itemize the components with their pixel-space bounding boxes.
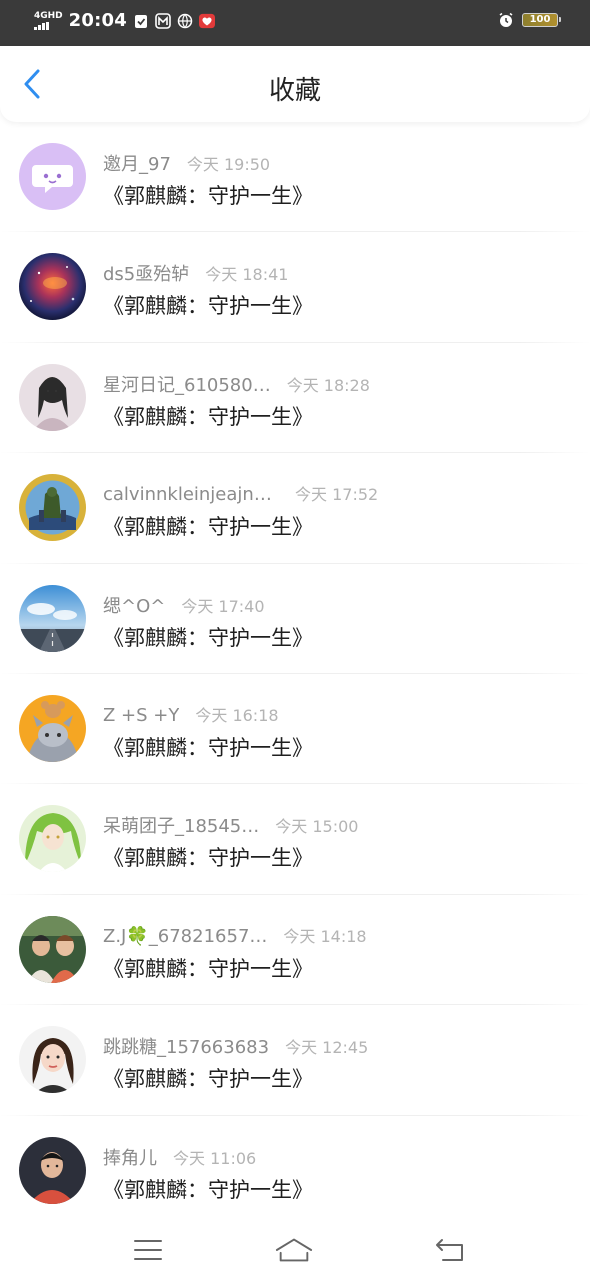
username[interactable]: 跳跳糖_157663683: [103, 1033, 269, 1059]
item-title[interactable]: 《郭麒麟：守护一生》: [103, 622, 313, 652]
timestamp: 今天 16:18: [195, 705, 279, 725]
item-title[interactable]: 《郭麒麟：守护一生》: [103, 401, 313, 431]
username[interactable]: 邀月_97: [103, 150, 171, 176]
item-title[interactable]: 《郭麒麟：守护一生》: [103, 511, 313, 541]
page-title: 收藏: [268, 76, 321, 106]
list-item[interactable]: 星河日记_610580… 今天 18:28 《郭麒麟：守护一生》: [0, 343, 590, 454]
item-meta: ds5亟殆轳 今天 18:41: [103, 260, 288, 286]
timestamp: 今天 18:41: [205, 265, 289, 285]
network-indicator: 4GHD: [34, 10, 63, 30]
item-title[interactable]: 《郭麒麟：守护一生》: [103, 290, 313, 320]
item-meta: calvinnkleinjeajnpls 今天 17:52: [103, 481, 378, 505]
favorites-list: 邀月_97 今天 19:50 《郭麒麟：守护一生》 ds5亟殆轳 今天 18:4…: [0, 122, 590, 1226]
item-title[interactable]: 《郭麒麟：守护一生》: [103, 1063, 313, 1093]
battery-icon: 100: [522, 13, 561, 27]
item-title[interactable]: 《郭麒麟：守护一生》: [103, 842, 313, 872]
timestamp: 今天 17:52: [295, 485, 379, 505]
battery-level: 100: [529, 14, 551, 25]
item-meta: Z.J🍀_67821657… 今天 14:18: [103, 923, 367, 947]
list-item[interactable]: 捧角儿 今天 11:06 《郭麒麟：守护一生》: [0, 1116, 590, 1226]
timestamp: 今天 18:28: [286, 375, 370, 395]
avatar[interactable]: [19, 584, 86, 652]
username[interactable]: 捧角儿: [103, 1144, 157, 1170]
timestamp: 今天 17:40: [181, 596, 265, 616]
item-title[interactable]: 《郭麒麟：守护一生》: [103, 1174, 313, 1204]
globe-icon: [177, 13, 193, 29]
list-item[interactable]: Z +S +Y 今天 16:18 《郭麒麟：守护一生》: [0, 674, 590, 785]
timestamp: 今天 12:45: [285, 1038, 369, 1058]
item-title[interactable]: 《郭麒麟：守护一生》: [103, 953, 313, 983]
username[interactable]: 星河日记_610580…: [103, 371, 271, 397]
timestamp: 今天 14:18: [283, 926, 367, 946]
status-right: 100: [498, 12, 561, 28]
timestamp: 今天 11:06: [173, 1148, 257, 1168]
avatar[interactable]: [19, 694, 86, 762]
alarm-icon: [498, 12, 514, 28]
username[interactable]: Z.J🍀_67821657…: [103, 926, 267, 947]
signal-icon: [34, 21, 49, 30]
avatar[interactable]: [19, 805, 86, 873]
item-meta: 邀月_97 今天 19:50: [103, 150, 270, 176]
username[interactable]: 缌^O^: [103, 592, 165, 618]
username[interactable]: calvinnkleinjeajnpls: [103, 484, 279, 505]
app-m-icon: [155, 12, 171, 29]
avatar[interactable]: [19, 363, 86, 431]
back-nav-button[interactable]: [430, 1234, 470, 1266]
network-label: 4GHD: [34, 10, 63, 21]
status-bar: 4GHD 20:04 100: [0, 0, 590, 46]
item-meta: 呆萌团子_18545… 今天 15:00: [103, 812, 358, 838]
back-icon: [436, 1239, 463, 1261]
item-meta: 星河日记_610580… 今天 18:28: [103, 371, 370, 397]
home-icon: [275, 1238, 313, 1262]
list-item[interactable]: 缌^O^ 今天 17:40 《郭麒麟：守护一生》: [0, 564, 590, 674]
list-item[interactable]: 邀月_97 今天 19:50 《郭麒麟：守护一生》: [0, 122, 590, 233]
list-item[interactable]: calvinnkleinjeajnpls 今天 17:52 《郭麒麟：守护一生》: [0, 453, 590, 564]
timestamp: 今天 19:50: [186, 155, 271, 174]
item-meta: 捧角儿 今天 11:06: [103, 1144, 256, 1170]
clipboard-icon: [133, 13, 149, 29]
timestamp: 今天 15:00: [275, 817, 359, 837]
avatar[interactable]: [19, 253, 86, 321]
item-meta: Z +S +Y 今天 16:18: [103, 702, 279, 726]
avatar[interactable]: [19, 1136, 86, 1204]
avatar[interactable]: [19, 143, 86, 210]
avatar[interactable]: [19, 474, 86, 542]
item-meta: 缌^O^ 今天 17:40: [103, 592, 265, 618]
list-item[interactable]: 跳跳糖_157663683 今天 12:45 《郭麒麟：守护一生》: [0, 1005, 590, 1116]
item-title[interactable]: 《郭麒麟：守护一生》: [103, 180, 313, 210]
list-item[interactable]: ds5亟殆轳 今天 18:41 《郭麒麟：守护一生》: [0, 232, 590, 343]
status-left: 4GHD 20:04: [34, 10, 215, 31]
list-item[interactable]: 呆萌团子_18545… 今天 15:00 《郭麒麟：守护一生》: [0, 784, 590, 895]
username[interactable]: Z +S +Y: [103, 705, 179, 726]
username[interactable]: 呆萌团子_18545…: [103, 812, 259, 838]
list-item[interactable]: Z.J🍀_67821657… 今天 14:18 《郭麒麟：守护一生》: [0, 895, 590, 1006]
menu-icon: [134, 1240, 162, 1260]
item-title[interactable]: 《郭麒麟：守护一生》: [103, 732, 313, 762]
home-button[interactable]: [274, 1234, 314, 1266]
item-meta: 跳跳糖_157663683 今天 12:45: [103, 1033, 368, 1059]
header: 收藏: [0, 46, 590, 122]
system-nav-bar: [0, 1220, 590, 1280]
menu-button[interactable]: [128, 1234, 168, 1266]
username[interactable]: ds5亟殆轳: [103, 260, 189, 286]
avatar[interactable]: [19, 1026, 86, 1094]
avatar[interactable]: [19, 915, 86, 983]
status-time: 20:04: [68, 10, 127, 31]
heart-app-icon: [198, 13, 215, 29]
